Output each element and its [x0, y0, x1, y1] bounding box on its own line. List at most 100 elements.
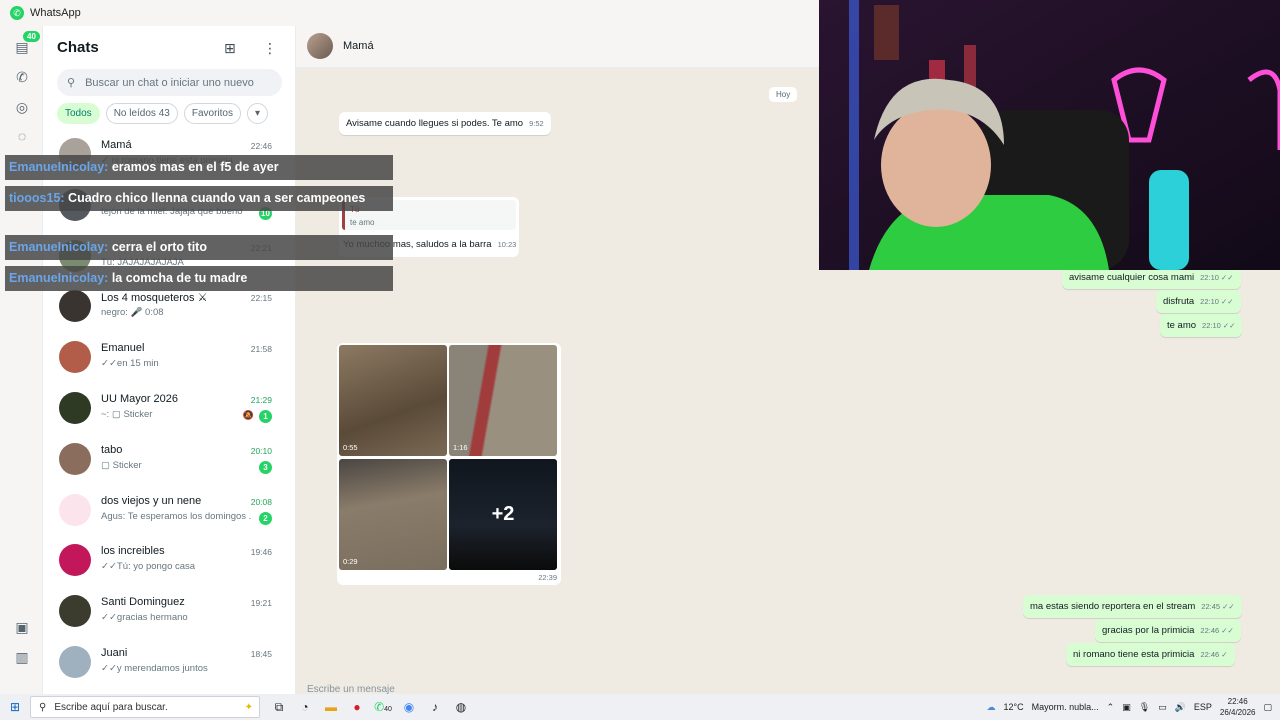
- opera-icon[interactable]: ●: [344, 700, 370, 714]
- taskbar-clock[interactable]: 22:46 26/4/2026: [1220, 696, 1256, 718]
- stream-chat-text: Cuadro chico llenna cuando van a ser cam…: [64, 191, 366, 205]
- stream-chat-message: EmanueInicolay: cerra el orto tito: [5, 235, 393, 260]
- microphone-icon[interactable]: 🎙: [1139, 702, 1150, 713]
- message-text: gracias por la primicia: [1102, 625, 1195, 636]
- chat-list-panel: Chats ⊞ ⋮ ⚲ Buscar un chat o iniciar uno…: [43, 26, 296, 694]
- read-checks-icon: ✓✓: [1221, 626, 1234, 635]
- message-time: 22:10: [1202, 321, 1221, 330]
- chat-time: 22:46: [250, 141, 272, 151]
- tiktok-icon[interactable]: ♪: [422, 700, 448, 714]
- copilot-app-icon[interactable]: ◔: [292, 700, 318, 714]
- taskbar-search[interactable]: ⚲ Escribe aquí para buscar. ✦: [30, 696, 260, 718]
- calls-nav-icon[interactable]: ✆: [11, 66, 33, 88]
- windows-start-icon[interactable]: ⊞: [0, 700, 30, 714]
- chat-list-item[interactable]: Emanuel ✓✓en 15 min 21:58: [43, 333, 296, 384]
- chat-name: Juani: [101, 646, 128, 659]
- video-thumbnail[interactable]: 1:16: [449, 345, 557, 456]
- message-outgoing[interactable]: disfruta 22:10 ✓✓: [1156, 290, 1241, 313]
- search-input[interactable]: ⚲ Buscar un chat o iniciar uno nuevo: [57, 69, 282, 96]
- obs-icon[interactable]: ◍: [448, 700, 474, 714]
- chat-name: Mamá: [101, 139, 132, 151]
- search-icon: ⚲: [39, 701, 47, 713]
- copilot-sparkle-icon: ✦: [244, 701, 253, 713]
- filter-more[interactable]: ▾: [246, 103, 268, 124]
- chat-avatar: [59, 442, 91, 475]
- network-icon[interactable]: ▭: [1158, 702, 1167, 713]
- message-outgoing[interactable]: ma estas siendo reportera en el stream 22…: [1023, 595, 1242, 618]
- filter-unread-count: 43: [158, 108, 170, 119]
- contact-avatar[interactable]: [307, 33, 333, 59]
- chat-preview: ▢ Sticker: [101, 459, 142, 471]
- chat-time: 18:45: [250, 648, 272, 659]
- chat-avatar: [59, 341, 91, 374]
- volume-icon[interactable]: 🔊: [1175, 702, 1186, 713]
- read-checks-icon: ✓✓: [1222, 321, 1236, 330]
- stream-chat-user: EmanueInicolay:: [9, 240, 109, 254]
- read-checks-icon: ✓✓: [1222, 602, 1235, 611]
- stream-chat-text: eramos mas en el f5 de ayer: [108, 160, 279, 174]
- chat-avatar: [59, 493, 91, 526]
- filter-unread[interactable]: No leídos 43: [105, 103, 178, 124]
- starred-nav-icon[interactable]: ▣: [11, 616, 33, 638]
- whatsapp-taskbar-icon[interactable]: ✆40: [370, 700, 396, 714]
- message-time: 22:10: [1200, 273, 1219, 282]
- message-time: 22:46: [1200, 650, 1220, 659]
- language-indicator[interactable]: ESP: [1194, 702, 1212, 712]
- task-view-icon[interactable]: ⧉: [266, 700, 292, 715]
- message-outgoing[interactable]: gracias por la primicia 22:46 ✓✓: [1095, 619, 1241, 642]
- chat-list-item[interactable]: Juani ✓✓y merendamos juntos 18:45: [43, 638, 296, 689]
- date-separator: Hoy: [769, 87, 798, 102]
- chat-preview: ✓✓y merendamos juntos: [101, 662, 208, 674]
- chat-preview: ✓✓Tú: yo pongo casa: [101, 561, 196, 573]
- chat-list-item[interactable]: dos viejos y un nene Agus: Te esperamos l…: [43, 486, 296, 537]
- chat-filters: Todos No leídos 43 Favoritos ▾: [57, 103, 268, 124]
- video-thumbnail[interactable]: 0:29: [339, 459, 447, 570]
- video-duration: 0:29: [343, 557, 358, 566]
- file-explorer-icon[interactable]: ▬: [318, 700, 344, 714]
- more-media-count: +2: [449, 459, 557, 570]
- tray-app-icon[interactable]: ▣: [1122, 702, 1131, 713]
- video-thumbnail[interactable]: 0:55: [339, 345, 447, 456]
- chat-time: 21:29: [250, 394, 272, 405]
- message-outgoing[interactable]: te amo 22:10 ✓✓: [1160, 314, 1243, 337]
- chat-preview: Agus: Te esperamos los domingos ...: [101, 510, 251, 522]
- message-text: ma estas siendo reportera en el stream: [1030, 601, 1196, 612]
- tray-expand-icon[interactable]: ⌃: [1107, 702, 1115, 713]
- clock-time: 22:46: [1227, 697, 1248, 706]
- chat-list-item[interactable]: tabo ▢ Sticker 20:10 3: [43, 435, 296, 486]
- chat-list-item[interactable]: UU Mayor 2026 ~: ▢ Sticker 21:29 1 🔕: [43, 384, 296, 435]
- chat-avatar: [59, 595, 91, 628]
- stream-chat-text: cerra el orto tito: [108, 240, 207, 254]
- video-thumbnail[interactable]: +2: [449, 459, 557, 570]
- chat-list-item[interactable]: Santi Dominguez ✓✓gracias hermano 19:21: [43, 587, 296, 638]
- chat-list-item[interactable]: los increibles ✓✓Tú: yo pongo casa 19:46: [43, 536, 296, 587]
- message-text: Avisame cuando llegues si podes. Te amo: [346, 118, 524, 129]
- chat-name: los increibles: [101, 545, 165, 558]
- new-chat-icon[interactable]: ⊞: [224, 40, 236, 57]
- channels-nav-icon[interactable]: ◌: [11, 125, 33, 147]
- window-title: WhatsApp: [30, 7, 81, 19]
- archive-nav-icon[interactable]: ▥: [11, 646, 33, 668]
- status-nav-icon[interactable]: ◎: [11, 96, 33, 118]
- weather-text: Mayorm. nubla...: [1031, 702, 1099, 712]
- chats-title: Chats: [57, 39, 99, 56]
- stream-chat-message: EmanueInicolay: la comcha de tu madre: [5, 266, 393, 291]
- chat-time: 19:21: [250, 598, 272, 609]
- filter-unread-label: No leídos: [113, 108, 156, 119]
- chat-preview: negro: 🎤 0:08: [101, 307, 164, 319]
- message-outgoing[interactable]: ni romano tiene esta primicia 22:46 ✓: [1066, 643, 1235, 666]
- media-album[interactable]: 0:55 1:16 0:29 +2 22:39: [337, 343, 561, 585]
- chat-avatar: [59, 544, 91, 577]
- stream-chat-user: EmanueInicolay:: [9, 160, 109, 174]
- filter-favorites[interactable]: Favoritos: [183, 103, 241, 124]
- taskbar-search-placeholder: Escribe aquí para buscar.: [54, 701, 168, 713]
- chrome-icon[interactable]: ◉: [396, 700, 422, 714]
- chat-time: 20:08: [250, 496, 272, 507]
- message-text: te amo: [1167, 320, 1197, 331]
- menu-icon[interactable]: ⋮: [263, 40, 277, 57]
- message-incoming[interactable]: Avisame cuando llegues si podes. Te amo 9…: [339, 112, 551, 135]
- notifications-icon[interactable]: ▢: [1263, 702, 1272, 713]
- weather-temp: 12°C: [1003, 702, 1024, 712]
- webcam-feed: [819, 0, 1280, 270]
- filter-all[interactable]: Todos: [57, 103, 100, 124]
